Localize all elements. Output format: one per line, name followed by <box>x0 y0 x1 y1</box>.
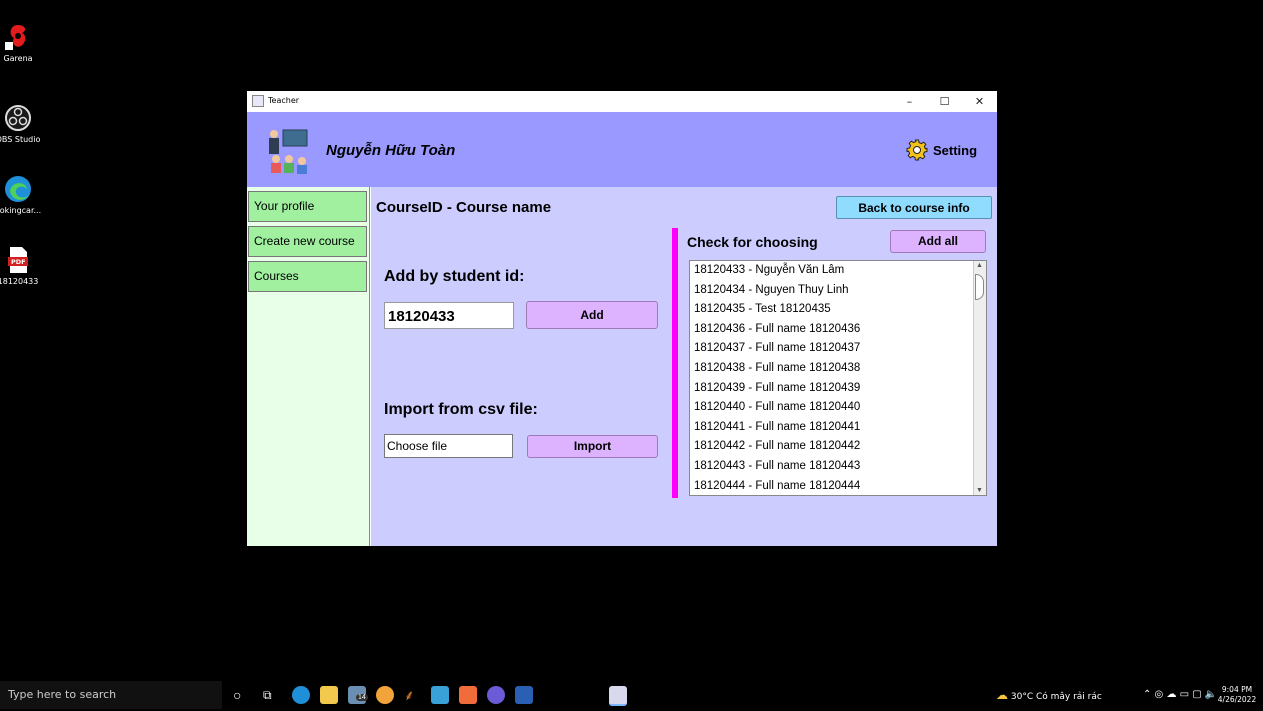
java-app-icon <box>252 95 264 107</box>
check-for-choosing-title: Check for choosing <box>687 234 818 250</box>
chrome-icon[interactable] <box>376 686 394 704</box>
main-panel: CourseID - Course name Back to course in… <box>371 187 997 546</box>
student-list-item[interactable]: 18120439 - Full name 18120439 <box>690 379 986 399</box>
close-button[interactable]: ✕ <box>962 91 997 112</box>
setting-button[interactable]: Setting <box>906 137 977 163</box>
add-all-button[interactable]: Add all <box>890 230 986 253</box>
java-ide-icon[interactable]: ⸙ <box>404 686 422 704</box>
taskbar-search-box[interactable]: Type here to search <box>0 681 222 709</box>
desktop-icon-edge[interactable]: ookingcar... <box>0 174 48 215</box>
maximize-button[interactable]: ☐ <box>927 91 962 112</box>
choose-file-input[interactable]: Choose file <box>384 434 513 458</box>
import-csv-label: Import from csv file: <box>384 401 538 418</box>
obs-icon <box>3 103 33 133</box>
minimize-button[interactable]: – <box>892 91 927 112</box>
desktop-icon-pdf[interactable]: PDF 18120433 <box>0 245 48 286</box>
store-icon[interactable]: 14 <box>348 686 368 704</box>
sidebar: Your profile Create new course Courses <box>247 187 370 546</box>
desktop-icon-label: Garena <box>3 54 33 63</box>
student-list-item[interactable]: 18120434 - Nguyen Thuy Linh <box>690 281 986 301</box>
desktop-icon-label: OBS Studio <box>0 135 41 144</box>
gear-icon <box>906 139 928 161</box>
garena-icon <box>3 22 33 52</box>
window-title: Teacher <box>268 96 300 105</box>
window-titlebar[interactable]: Teacher – ☐ ✕ <box>247 91 997 112</box>
list-scrollbar[interactable]: ▲ ▼ <box>973 261 986 495</box>
desktop-icon-label: ookingcar... <box>0 206 42 215</box>
cube-app-icon[interactable] <box>431 686 449 704</box>
sidebar-item-create-course[interactable]: Create new course <box>248 226 367 257</box>
back-to-course-info-button[interactable]: Back to course info <box>836 196 992 219</box>
student-list-item[interactable]: 18120433 - Nguyễn Văn Lâm <box>690 261 986 281</box>
student-id-input[interactable]: 18120433 <box>384 302 514 329</box>
scroll-down-arrow-icon[interactable]: ▼ <box>976 487 983 494</box>
student-list-item[interactable]: 18120442 - Full name 18120442 <box>690 437 986 457</box>
clock-date: 4/26/2022 <box>1217 695 1257 704</box>
add-button[interactable]: Add <box>526 301 658 329</box>
separator-bar <box>672 228 678 498</box>
student-list-item[interactable]: 18120441 - Full name 18120441 <box>690 418 986 438</box>
add-by-id-label: Add by student id: <box>384 268 525 285</box>
teacher-name: Nguyễn Hữu Toàn <box>326 142 456 159</box>
sidebar-item-courses[interactable]: Courses <box>248 261 367 292</box>
word-icon[interactable] <box>515 686 533 704</box>
setting-label: Setting <box>933 142 978 158</box>
scrollbar-thumb[interactable] <box>975 274 984 300</box>
file-explorer-icon[interactable] <box>320 686 338 704</box>
taskbar-badge: 14 <box>356 694 368 701</box>
clock-time: 9:04 PM <box>1221 685 1253 694</box>
student-list-item[interactable]: 18120440 - Full name 18120440 <box>690 398 986 418</box>
teacher-window: Teacher – ☐ ✕ Nguyễn Hữu Toàn Setting Yo… <box>247 91 997 546</box>
xampp-icon[interactable] <box>459 686 477 704</box>
weather-widget[interactable]: ☁ 30°C Có mây rải rác <box>996 681 1102 709</box>
sidebar-item-your-profile[interactable]: Your profile <box>248 191 367 222</box>
student-list-item[interactable]: 18120436 - Full name 18120436 <box>690 320 986 340</box>
desktop-icon-label: 18120433 <box>0 277 39 286</box>
clock[interactable]: 9:04 PM 4/26/2022 <box>1213 685 1261 705</box>
desktop-icon-obs[interactable]: OBS Studio <box>0 103 48 144</box>
student-list-item[interactable]: 18120443 - Full name 18120443 <box>690 457 986 477</box>
app-header: Nguyễn Hữu Toàn Setting <box>247 112 997 187</box>
pdf-file-icon: PDF <box>3 245 33 275</box>
student-list: 18120433 - Nguyễn Văn Lâm 18120434 - Nguy… <box>689 260 987 496</box>
task-view-icon[interactable]: ⧉ <box>263 686 281 704</box>
edge-icon <box>3 174 33 204</box>
weather-cloud-icon: ☁ <box>996 688 1008 702</box>
import-button[interactable]: Import <box>527 435 658 458</box>
pdf-badge: PDF <box>11 258 26 266</box>
edge-taskbar-icon[interactable] <box>292 686 310 704</box>
java-app-taskbar-icon[interactable] <box>609 686 627 706</box>
student-list-item[interactable]: 18120437 - Full name 18120437 <box>690 339 986 359</box>
student-list-item[interactable]: 18120435 - Test 18120435 <box>690 300 986 320</box>
github-desktop-icon[interactable] <box>487 686 505 704</box>
scroll-up-arrow-icon[interactable]: ▲ <box>976 262 983 269</box>
weather-text: 30°C Có mây rải rác <box>1010 692 1102 702</box>
student-list-item[interactable]: 18120444 - Full name 18120444 <box>690 477 986 495</box>
taskbar: Type here to search ○ ⧉ 14 ⸙ ☁ 30°C Có m… <box>0 681 1263 709</box>
student-list-item[interactable]: 18120438 - Full name 18120438 <box>690 359 986 379</box>
teacher-avatar-icon <box>263 126 311 176</box>
desktop-icon-garena[interactable]: Garena <box>0 22 48 63</box>
course-title: CourseID - Course name <box>376 199 552 216</box>
system-tray-icons[interactable]: ⌃ ◎ ☁ ▭ ▢ 🔈 <box>1143 681 1217 709</box>
cortana-icon[interactable]: ○ <box>233 686 251 704</box>
